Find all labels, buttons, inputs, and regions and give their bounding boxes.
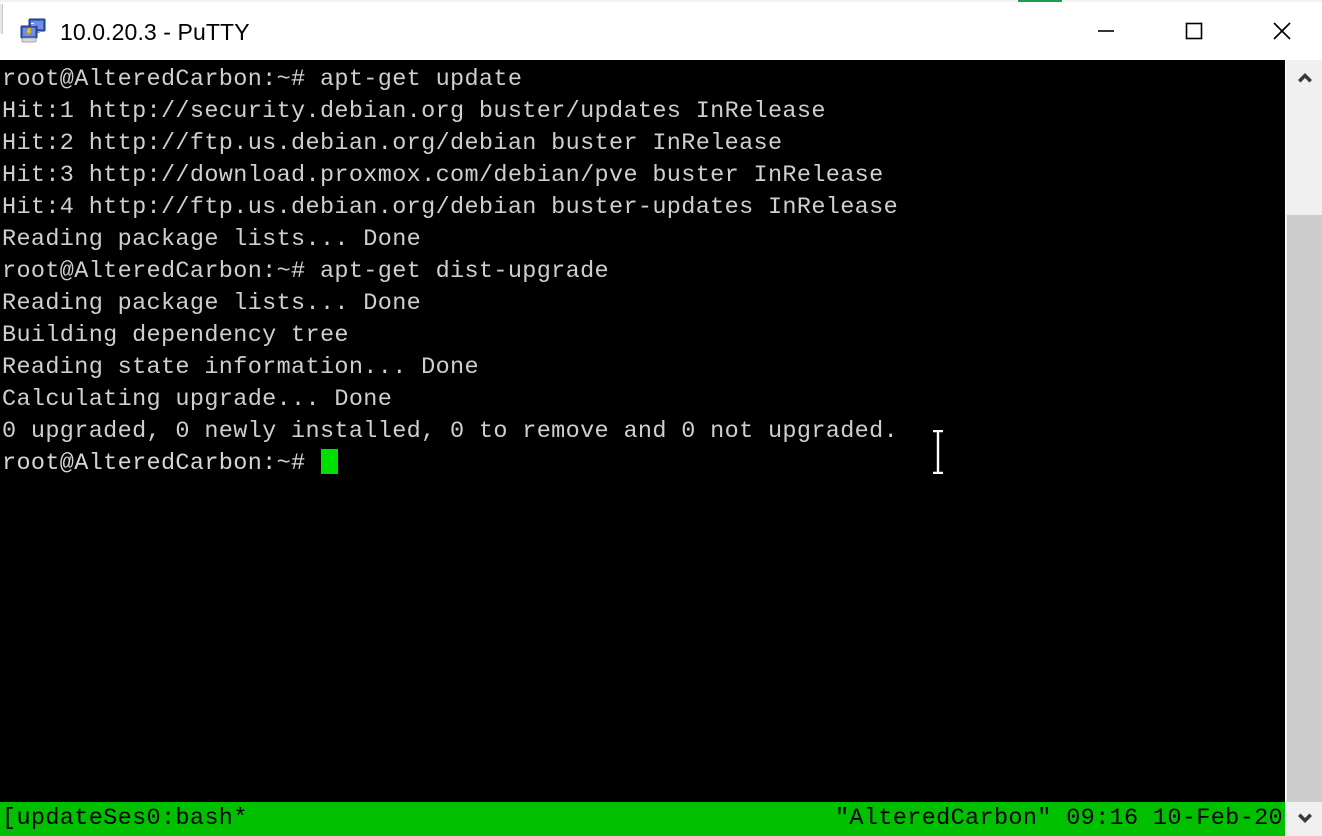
putty-icon	[18, 17, 48, 47]
terminal-line: 0 upgraded, 0 newly installed, 0 to remo…	[2, 418, 899, 445]
chevron-down-icon	[1295, 812, 1315, 826]
title-bar[interactable]: 10.0.20.3 - PuTTY	[0, 2, 1322, 60]
shell-prompt: root@AlteredCarbon:~#	[2, 450, 320, 477]
terminal-output: root@AlteredCarbon:~# apt-get update Hit…	[2, 64, 1285, 480]
terminal-line: Hit:2 http://ftp.us.debian.org/debian bu…	[2, 130, 783, 157]
tmux-status-bar: [updateSes0:bash* "AlteredCarbon" 09:16 …	[0, 802, 1285, 836]
close-button[interactable]	[1252, 2, 1312, 60]
scrollbar-track[interactable]	[1286, 94, 1322, 831]
window-controls	[1076, 2, 1322, 60]
scroll-up-button[interactable]	[1286, 60, 1322, 94]
maximize-button[interactable]	[1164, 2, 1224, 60]
tmux-session-label: [updateSes0:bash*	[2, 805, 248, 832]
terminal-line: Reading package lists... Done	[2, 290, 422, 317]
terminal-line: Hit:3 http://download.proxmox.com/debian…	[2, 162, 884, 189]
terminal-line: Hit:4 http://ftp.us.debian.org/debian bu…	[2, 194, 899, 221]
terminal-line: root@AlteredCarbon:~# apt-get dist-upgra…	[2, 258, 609, 285]
terminal-cursor	[320, 449, 338, 474]
putty-window: 10.0.20.3 - PuTTY root@AlteredCarbon:~# …	[0, 0, 1322, 836]
title-bar-left: 10.0.20.3 - PuTTY	[18, 14, 250, 50]
terminal-line: root@AlteredCarbon:~# apt-get update	[2, 66, 523, 93]
terminal-line: Hit:1 http://security.debian.org buster/…	[2, 98, 826, 125]
terminal-screen[interactable]: root@AlteredCarbon:~# apt-get update Hit…	[0, 60, 1285, 836]
tmux-host-clock: "AlteredCarbon" 09:16 10-Feb-20	[834, 805, 1283, 832]
terminal-line: Building dependency tree	[2, 322, 349, 349]
window-left-edge	[0, 4, 3, 34]
terminal-line: Calculating upgrade... Done	[2, 386, 393, 413]
window-title: 10.0.20.3 - PuTTY	[60, 18, 250, 45]
chevron-up-icon	[1295, 70, 1315, 84]
scrollbar-thumb[interactable]	[1287, 215, 1322, 831]
scroll-down-button[interactable]	[1286, 802, 1322, 836]
terminal-line: Reading package lists... Done	[2, 226, 422, 253]
terminal-line: Reading state information... Done	[2, 354, 479, 381]
terminal-prompt-line: root@AlteredCarbon:~#	[2, 448, 1285, 480]
minimize-button[interactable]	[1076, 2, 1136, 60]
terminal-scrollbar[interactable]	[1285, 60, 1322, 836]
